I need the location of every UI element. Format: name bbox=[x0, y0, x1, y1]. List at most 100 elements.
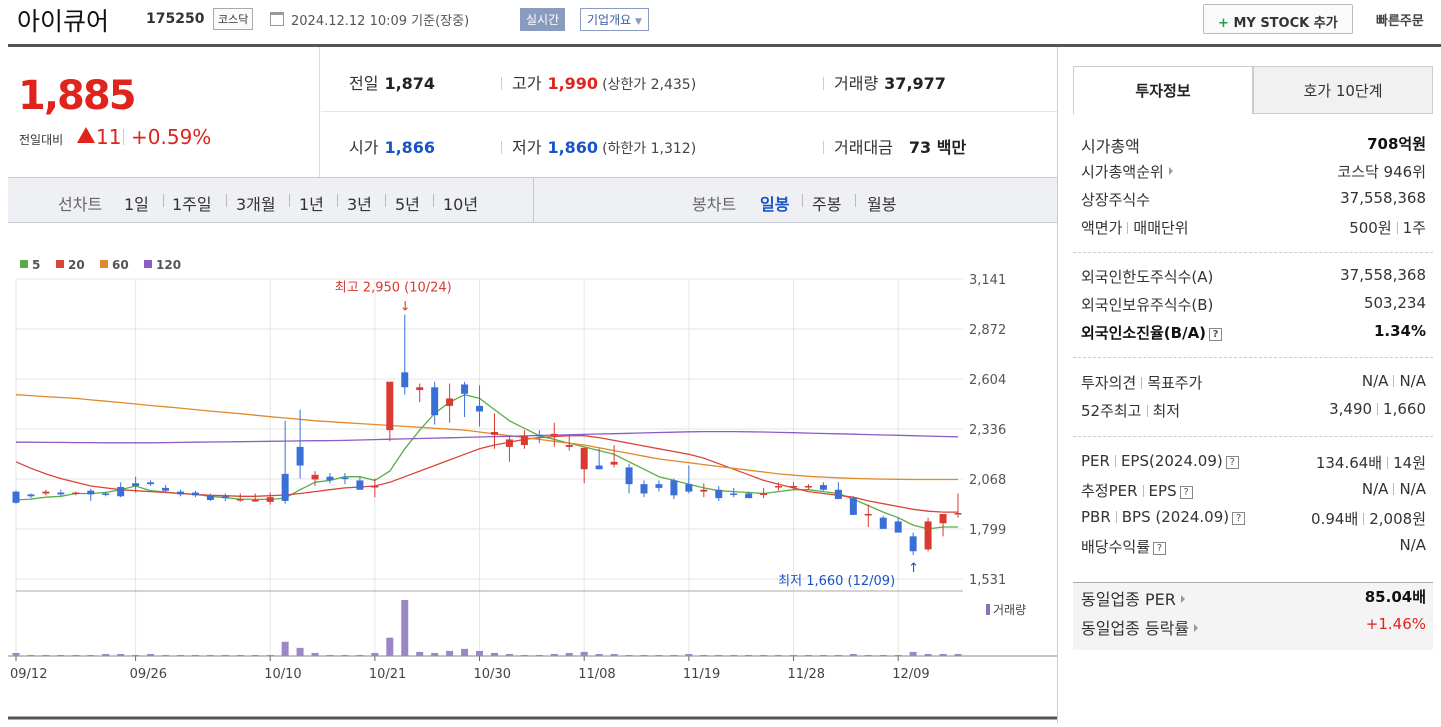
candle-body bbox=[640, 484, 648, 494]
par-value: 500원 1주 bbox=[1349, 217, 1426, 238]
per-label-text: PER bbox=[1081, 452, 1110, 470]
section-divider bbox=[1073, 436, 1433, 437]
volume-bar bbox=[520, 654, 528, 656]
x-tick-label: 11/08 bbox=[578, 667, 615, 682]
par-label-text: 액면가 bbox=[1081, 219, 1123, 237]
volume-bar bbox=[849, 653, 857, 656]
help-icon[interactable]: ? bbox=[1209, 328, 1223, 341]
help-icon[interactable]: ? bbox=[1232, 512, 1246, 525]
up-triangle-icon bbox=[77, 127, 95, 143]
candle-body bbox=[12, 491, 20, 503]
period-3m[interactable]: 3개월 bbox=[236, 191, 276, 215]
stock-chart[interactable]: 3,141 2,872 2,604 2,336 2,068 1,799 1,531 09/12… bbox=[8, 224, 1057, 723]
period-3y[interactable]: 3년 bbox=[347, 191, 372, 215]
divider bbox=[501, 77, 502, 90]
per-label: PER EPS(2024.09)? bbox=[1081, 452, 1239, 470]
divider bbox=[337, 194, 338, 207]
chart-period-bar: 선차트 1일 1주일 3개월 1년 3년 5년 10년 봉차트 일봉 주봉 월봉 bbox=[8, 177, 1057, 223]
foreign-ratio-text: 외국인소진율(B/A) bbox=[1081, 324, 1207, 342]
low-value: 1,860 bbox=[547, 138, 599, 157]
volume-bar bbox=[640, 654, 648, 656]
sector-per-row[interactable]: 동일업종 PER 85.04배 bbox=[1081, 586, 1426, 610]
divider bbox=[823, 141, 824, 154]
volume-bar bbox=[431, 652, 439, 656]
low-annotation: 최저 1,660 (12/09) bbox=[778, 574, 895, 589]
high-label: 고가 bbox=[512, 74, 542, 93]
sector-per-label: 동일업종 PER bbox=[1081, 586, 1185, 610]
unit-label-text: 매매단위 bbox=[1133, 219, 1189, 237]
ma-line-5 bbox=[15, 394, 958, 530]
candle-body bbox=[326, 476, 334, 481]
divider bbox=[1387, 457, 1389, 469]
sector-change-row[interactable]: 동일업종 등락률 +1.46% bbox=[1081, 615, 1426, 639]
prev-close: 전일 1,874 bbox=[349, 70, 435, 94]
divider bbox=[1141, 377, 1143, 389]
price-summary: 1,885 전일대비 11 +0.59% bbox=[8, 47, 320, 177]
section-divider bbox=[1073, 252, 1433, 253]
company-overview-dropdown[interactable]: 기업개요 ▼ bbox=[580, 8, 649, 31]
foreign-limit-row: 외국인한도주식수(A) 37,558,368 bbox=[1081, 266, 1426, 290]
est-per-value: N/A N/A bbox=[1362, 480, 1426, 498]
candle-body bbox=[147, 482, 155, 485]
dividend-row: 배당수익률? N/A bbox=[1081, 536, 1426, 560]
x-tick-label: 10/30 bbox=[474, 667, 511, 682]
line-chart-label: 선차트 bbox=[58, 195, 103, 214]
period-1w[interactable]: 1주일 bbox=[172, 191, 212, 215]
help-icon[interactable]: ? bbox=[1225, 456, 1239, 469]
candle-daily[interactable]: 일봉 bbox=[760, 191, 789, 215]
period-1d[interactable]: 1일 bbox=[124, 191, 149, 215]
arrow-right-icon bbox=[1180, 595, 1185, 603]
divider bbox=[1127, 222, 1129, 234]
candle-body bbox=[416, 387, 424, 391]
help-icon[interactable]: ? bbox=[1179, 486, 1193, 499]
volume-bar bbox=[446, 650, 454, 656]
candle-weekly[interactable]: 주봉 bbox=[812, 191, 841, 215]
legend-swatch bbox=[20, 260, 28, 268]
volume-bar bbox=[281, 641, 289, 656]
volume-bar bbox=[565, 652, 573, 656]
tab-hoga-10[interactable]: 호가 10단계 bbox=[1253, 66, 1433, 114]
candle-body bbox=[386, 381, 394, 431]
volume-bar bbox=[162, 654, 170, 656]
volume-bar bbox=[326, 654, 334, 656]
volume-bar bbox=[206, 654, 214, 656]
volume-label: 거래량 bbox=[993, 603, 1026, 617]
candle-body bbox=[655, 484, 663, 488]
candle-body bbox=[670, 480, 678, 496]
amount-value: 73 백만 bbox=[908, 138, 967, 157]
candle-body bbox=[132, 483, 140, 487]
candle-body bbox=[162, 487, 170, 491]
divider bbox=[501, 141, 502, 154]
candle-body bbox=[924, 521, 932, 550]
company-name: 아이큐어 bbox=[17, 7, 110, 36]
candle-monthly[interactable]: 월봉 bbox=[867, 191, 896, 215]
candle-body bbox=[72, 492, 80, 495]
volume-bar bbox=[236, 654, 244, 656]
period-10y[interactable]: 10년 bbox=[443, 191, 478, 215]
opinion-row: 투자의견 목표주가 N/A N/A bbox=[1081, 372, 1426, 396]
period-1y[interactable]: 1년 bbox=[299, 191, 324, 215]
divider bbox=[433, 194, 434, 207]
stock-header: 아이큐어 175250 코스닥 2024.12.12 10:09 기준(장중) … bbox=[0, 0, 1441, 44]
candle-body bbox=[610, 461, 618, 465]
open-price: 시가 1,866 bbox=[349, 134, 435, 158]
candle-body bbox=[505, 439, 513, 447]
realtime-button[interactable]: 실시간 bbox=[520, 8, 566, 31]
section-divider bbox=[1073, 357, 1433, 358]
row-divider bbox=[321, 111, 1057, 112]
volume: 거래량 37,977 bbox=[823, 70, 946, 94]
candle-body bbox=[580, 447, 588, 470]
cap-rank-row[interactable]: 시가총액순위 코스닥 946위 bbox=[1081, 161, 1426, 185]
candle-body bbox=[401, 372, 409, 388]
quick-order-link[interactable]: 빠른주문 bbox=[1376, 10, 1424, 29]
candle-body bbox=[775, 486, 783, 488]
volume-bar bbox=[132, 654, 140, 656]
my-stock-add-button[interactable]: + MY STOCK 추가 bbox=[1203, 4, 1353, 34]
help-icon[interactable]: ? bbox=[1153, 542, 1167, 555]
tab-invest-info[interactable]: 투자정보 bbox=[1073, 66, 1253, 114]
period-5y[interactable]: 5년 bbox=[395, 191, 420, 215]
foreign-limit-label: 외국인한도주식수(A) bbox=[1081, 268, 1214, 286]
prev-close-value: 1,874 bbox=[384, 74, 436, 93]
amount-label: 거래대금 bbox=[834, 138, 893, 157]
volume-bar bbox=[864, 654, 872, 656]
